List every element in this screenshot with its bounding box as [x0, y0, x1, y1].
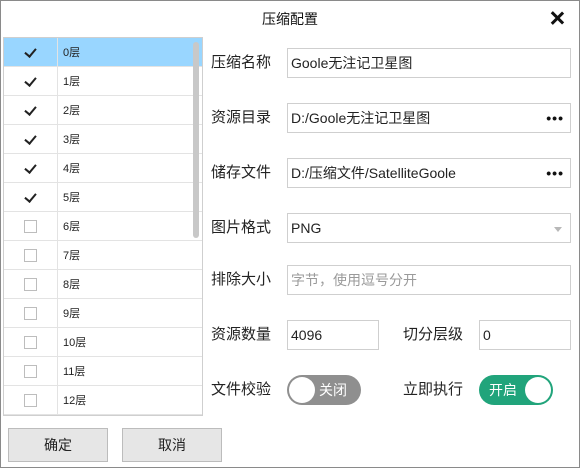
layer-row[interactable]: 7层 [4, 241, 202, 270]
file-check-toggle[interactable]: 关闭 [287, 375, 361, 405]
layer-label: 4层 [63, 163, 81, 175]
source-dir-value: D:/Goole无注记卫星图 [291, 110, 431, 126]
toggle-knob [289, 377, 315, 403]
layer-label: 5层 [63, 192, 81, 204]
file-check-state: 关闭 [319, 382, 347, 398]
split-level-input[interactable]: 0 [479, 320, 571, 350]
layer-label: 6层 [63, 221, 81, 233]
layer-row[interactable]: 4层 [4, 154, 202, 183]
split-level-value: 0 [483, 327, 491, 343]
layer-checkbox-cell [4, 357, 58, 385]
image-format-label: 图片格式 [211, 219, 272, 236]
layer-checkbox-cell [4, 96, 58, 124]
resource-count-value: 4096 [291, 327, 323, 343]
file-check-label: 文件校验 [211, 381, 272, 398]
layer-checkbox[interactable] [24, 393, 37, 407]
layer-checkbox[interactable] [24, 335, 37, 349]
toggle-knob [525, 377, 551, 403]
split-level-label: 切分层级 [403, 326, 464, 343]
layer-row[interactable]: 11层 [4, 357, 202, 386]
layer-checkbox-cell [4, 299, 58, 327]
layer-checkbox[interactable] [24, 75, 37, 88]
storage-file-value: D:/压缩文件/SatelliteGoole [291, 165, 456, 181]
layer-label: 10层 [63, 337, 87, 349]
layer-row[interactable]: 10层 [4, 328, 202, 357]
layer-checkbox[interactable] [24, 162, 37, 175]
layer-row[interactable]: 0层 [4, 38, 202, 67]
chevron-down-icon [554, 227, 562, 232]
layer-checkbox-cell [4, 67, 58, 95]
layer-checkbox[interactable] [24, 191, 37, 204]
name-value: Goole无注记卫星图 [291, 55, 413, 71]
layer-label: 12层 [63, 395, 87, 407]
title-bar: 压缩配置 [1, 1, 579, 37]
layer-row[interactable]: 12层 [4, 386, 202, 415]
layer-checkbox[interactable] [24, 248, 37, 262]
layer-row[interactable]: 1层 [4, 67, 202, 96]
layer-checkbox-cell [4, 154, 58, 182]
browse-storage-file-icon[interactable]: ••• [546, 159, 564, 187]
layer-checkbox[interactable] [24, 133, 37, 146]
run-now-toggle[interactable]: 开启 [479, 375, 553, 405]
layer-checkbox-cell [4, 125, 58, 153]
storage-file-input[interactable]: D:/压缩文件/SatelliteGoole ••• [287, 158, 571, 188]
exclude-size-input[interactable]: 字节，使用逗号分开 [287, 265, 571, 295]
exclude-size-label: 排除大小 [211, 271, 272, 288]
layer-label: 0层 [63, 47, 81, 59]
layer-checkbox-cell [4, 270, 58, 298]
name-input[interactable]: Goole无注记卫星图 [287, 48, 571, 78]
name-label: 压缩名称 [211, 54, 272, 71]
layer-row[interactable]: 6层 [4, 212, 202, 241]
layer-checkbox-cell [4, 38, 58, 66]
layer-label: 9层 [63, 308, 81, 320]
run-now-label: 立即执行 [403, 381, 464, 398]
layer-row[interactable]: 13层 [4, 415, 202, 416]
layer-checkbox[interactable] [24, 364, 37, 378]
storage-file-label: 储存文件 [211, 164, 272, 181]
layer-label: 1层 [63, 76, 81, 88]
layer-checkbox[interactable] [24, 277, 37, 291]
image-format-select[interactable]: PNG [287, 213, 571, 243]
confirm-button[interactable]: 确定 [8, 428, 108, 462]
layer-checkbox[interactable] [24, 46, 37, 59]
layer-checkbox-cell [4, 328, 58, 356]
layer-label: 11层 [63, 366, 86, 378]
resource-count-input[interactable]: 4096 [287, 320, 379, 350]
layer-checkbox-cell [4, 241, 58, 269]
layer-checkbox[interactable] [24, 219, 37, 233]
cancel-button[interactable]: 取消 [122, 428, 222, 462]
layer-row[interactable]: 3层 [4, 125, 202, 154]
layer-label: 8层 [63, 279, 81, 291]
browse-source-dir-icon[interactable]: ••• [546, 104, 564, 132]
layer-list[interactable]: 0层 1层 2层 3层 4层 5层 6层 7层 8层 9层 10层 11层 12层 13层 [3, 37, 203, 416]
layer-checkbox-cell [4, 183, 58, 211]
compress-config-dialog: 压缩配置 0层 1层 2层 3层 4层 5层 6层 7层 8层 9层 10层 11层 12层 13层 压缩… [0, 0, 580, 468]
run-now-state: 开启 [489, 382, 517, 398]
layer-checkbox-cell [4, 212, 58, 240]
layer-row[interactable]: 5层 [4, 183, 202, 212]
layer-row[interactable]: 8层 [4, 270, 202, 299]
source-dir-label: 资源目录 [211, 109, 272, 126]
layer-checkbox-cell [4, 415, 58, 416]
layer-label: 7层 [63, 250, 81, 262]
resource-count-label: 资源数量 [211, 326, 272, 343]
layer-list-scrollbar[interactable] [193, 42, 199, 238]
image-format-value: PNG [291, 220, 322, 236]
close-icon[interactable] [549, 10, 565, 26]
layer-label: 3层 [63, 134, 81, 146]
layer-checkbox-cell [4, 386, 58, 414]
source-dir-input[interactable]: D:/Goole无注记卫星图 ••• [287, 103, 571, 133]
layer-checkbox[interactable] [24, 306, 37, 320]
layer-row[interactable]: 2层 [4, 96, 202, 125]
layer-label: 2层 [63, 105, 81, 117]
dialog-title: 压缩配置 [262, 11, 318, 27]
layer-row[interactable]: 9层 [4, 299, 202, 328]
layer-checkbox[interactable] [24, 104, 37, 117]
exclude-size-placeholder: 字节，使用逗号分开 [291, 272, 417, 288]
